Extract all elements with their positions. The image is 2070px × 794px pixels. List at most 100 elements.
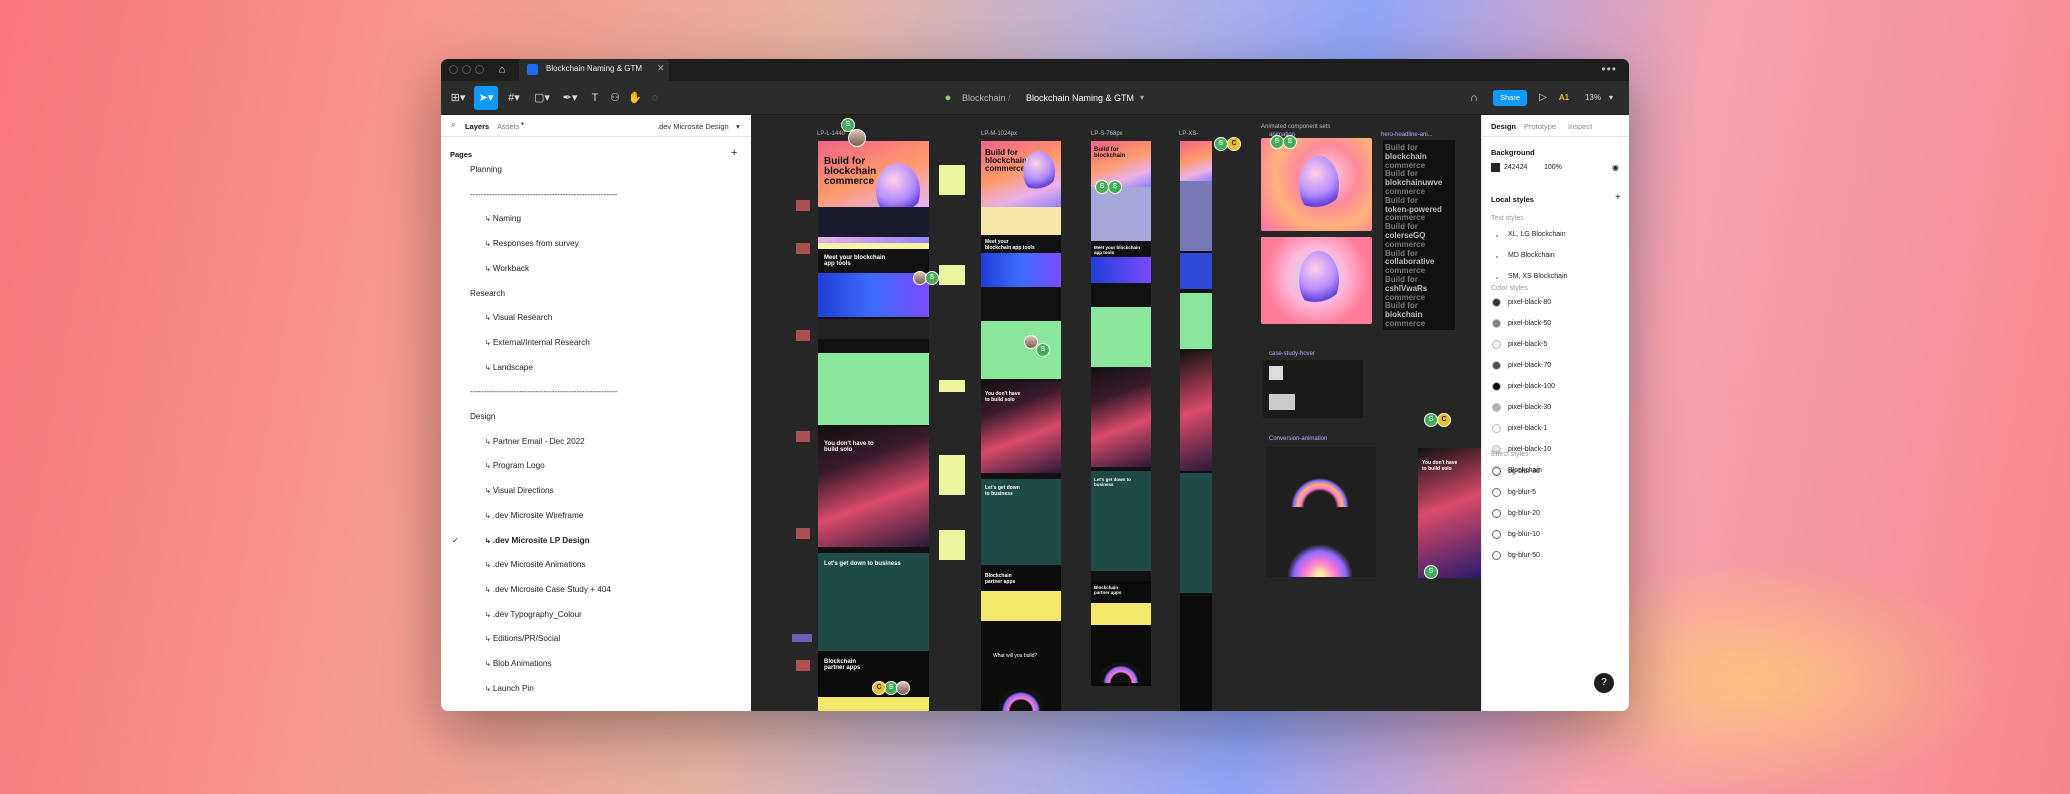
- marker-square[interactable]: [796, 330, 810, 341]
- page-item[interactable]: ↳ .dev Microsite Wireframe: [485, 511, 583, 520]
- present-icon[interactable]: ▷: [1536, 90, 1550, 106]
- window-zoom-dot[interactable]: [475, 65, 484, 74]
- page-item[interactable]: ↳ Workback: [485, 264, 529, 273]
- collaborator-photo[interactable]: [848, 129, 866, 147]
- page-item[interactable]: ↳ Blob Animations: [485, 659, 552, 668]
- animated-sets-label[interactable]: Animated component sets: [1261, 124, 1330, 130]
- page-item[interactable]: ↳ Launch Pin: [485, 684, 534, 693]
- effect-style-item[interactable]: bg-blur-30: [1508, 468, 1540, 475]
- pen-tool-icon[interactable]: ✒▾: [559, 90, 581, 106]
- color-style-item[interactable]: pixel-black-50: [1508, 320, 1551, 327]
- sticky-note[interactable]: [939, 380, 965, 392]
- page-item[interactable]: ↳ Landscape: [485, 363, 533, 372]
- visibility-eye-icon[interactable]: ◉: [1612, 163, 1619, 172]
- share-button[interactable]: Share: [1493, 90, 1527, 106]
- collaborator-avatar[interactable]: C: [1227, 137, 1241, 151]
- tab-design[interactable]: Design: [1491, 122, 1516, 131]
- collaborator-avatar[interactable]: S: [925, 271, 939, 285]
- frame-lp-xs[interactable]: [1180, 141, 1212, 711]
- page-item[interactable]: Research: [470, 289, 505, 298]
- frame-label-s[interactable]: LP-S-768px: [1091, 131, 1123, 137]
- page-item[interactable]: ↳ Responses from survey: [485, 239, 579, 248]
- page-item[interactable]: ↳ .dev Microsite Animations: [485, 560, 586, 569]
- collaborator-avatar[interactable]: S: [1108, 180, 1122, 194]
- collaborator-avatar[interactable]: S: [1036, 343, 1050, 357]
- page-item[interactable]: ----------------------------------------…: [470, 190, 617, 199]
- page-item[interactable]: ↳ Visual Directions: [485, 486, 554, 495]
- zoom-chevron-icon[interactable]: ▾: [1606, 90, 1616, 106]
- file-tab[interactable]: Blockchain Naming & GTM ✕: [519, 59, 669, 81]
- tab-close-icon[interactable]: ✕: [657, 63, 665, 74]
- case-study-hover-label[interactable]: case-study-hover: [1269, 351, 1315, 357]
- background-opacity[interactable]: 100%: [1544, 164, 1562, 171]
- hand-tool-icon[interactable]: ✋: [627, 90, 643, 106]
- hero-headline-label[interactable]: hero-headline-ani...: [1381, 132, 1433, 138]
- text-style-item[interactable]: XL, LG Blockchain: [1508, 231, 1566, 238]
- page-item[interactable]: ↳ Partner Email - Dec 2022: [485, 437, 585, 446]
- frame-label-l[interactable]: LP-L-1440: [817, 131, 845, 137]
- background-swatch[interactable]: [1491, 163, 1500, 172]
- conversion-animation-label[interactable]: Conversion-animation: [1269, 436, 1327, 442]
- color-style-item[interactable]: pixel-black-70: [1508, 362, 1551, 369]
- headphones-icon[interactable]: ∩: [1466, 90, 1482, 106]
- effect-style-item[interactable]: bg-blur-10: [1508, 531, 1540, 538]
- home-icon[interactable]: ⌂: [495, 63, 509, 77]
- window-minimize-dot[interactable]: [462, 65, 471, 74]
- collaborator-avatar[interactable]: S: [1283, 135, 1297, 149]
- page-chevron-icon[interactable]: ▾: [736, 122, 740, 131]
- color-style-item[interactable]: pixel-black-80: [1508, 299, 1551, 306]
- page-item[interactable]: Planning: [470, 165, 502, 174]
- marker-square[interactable]: [796, 528, 810, 539]
- current-page-selector[interactable]: .dev Microsite Design: [657, 122, 729, 131]
- text-style-item[interactable]: MD Blockchain: [1508, 252, 1555, 259]
- collaborator-avatar[interactable]: S: [1095, 180, 1109, 194]
- collaborator-avatar[interactable]: S: [1424, 565, 1438, 579]
- marker-square[interactable]: [796, 243, 810, 254]
- collaborator-avatar[interactable]: C: [872, 681, 886, 695]
- tab-assets[interactable]: Assets: [497, 122, 520, 131]
- frame-label-m[interactable]: LP-M-1024px: [981, 131, 1017, 137]
- help-button[interactable]: ?: [1594, 673, 1614, 693]
- add-style-icon[interactable]: +: [1615, 192, 1621, 203]
- move-tool-icon[interactable]: ➤▾: [474, 86, 498, 110]
- marker-square[interactable]: [796, 660, 810, 671]
- collaborator-avatar[interactable]: S: [1424, 413, 1438, 427]
- breadcrumb-project[interactable]: Blockchain: [962, 91, 1006, 105]
- frame-lp-s[interactable]: Build for blockchain Meet your blockchai…: [1091, 141, 1151, 686]
- resources-tool-icon[interactable]: ⚇: [607, 90, 623, 106]
- frame-lp-xs-dark[interactable]: You don't have to build solo: [1418, 448, 1481, 578]
- frame-lp-m[interactable]: Build for blockchain commerce Meet your …: [981, 141, 1061, 711]
- hero-headline-stack[interactable]: Build for blockchain commerce Build for blok…: [1383, 140, 1455, 330]
- collaborator-avatar[interactable]: S: [1270, 135, 1284, 149]
- color-style-item[interactable]: pixel-black-100: [1508, 383, 1555, 390]
- user-avatar[interactable]: A1: [1556, 90, 1572, 106]
- page-item[interactable]: Design: [470, 412, 496, 421]
- page-item[interactable]: ↳ Editions/PR/Social: [485, 634, 560, 643]
- collaborator-avatar[interactable]: C: [1437, 413, 1451, 427]
- marker-square[interactable]: [796, 431, 810, 442]
- page-item[interactable]: ↳ Program Logo: [485, 461, 545, 470]
- search-icon[interactable]: ⌕: [451, 120, 455, 130]
- color-style-item[interactable]: pixel-black-1: [1508, 425, 1547, 432]
- frame-lp-l[interactable]: Build for blockchain commerce Meet your …: [818, 141, 929, 711]
- collaborator-photo[interactable]: [896, 681, 910, 695]
- file-menu-chevron-icon[interactable]: ▾: [1137, 90, 1147, 106]
- zoom-level[interactable]: 13%: [1578, 90, 1608, 106]
- text-style-item[interactable]: SM, XS Blockchain: [1508, 273, 1568, 280]
- add-page-icon[interactable]: +: [731, 147, 737, 159]
- marker-square[interactable]: [796, 200, 810, 211]
- sticky-note[interactable]: [939, 455, 965, 495]
- page-item[interactable]: ↳ .dev Microsite LP Design: [485, 536, 590, 545]
- page-item[interactable]: ↳ .dev Typography_Colour: [485, 610, 582, 619]
- marker-square[interactable]: [792, 634, 812, 642]
- canvas[interactable]: LP-L-1440 LP-M-1024px LP-S-768px LP-XS- …: [751, 115, 1481, 711]
- shape-tool-icon[interactable]: ▢▾: [531, 90, 553, 106]
- window-close-dot[interactable]: [449, 65, 458, 74]
- background-hex[interactable]: 242424: [1504, 164, 1527, 171]
- page-item[interactable]: ↳ .dev Microsite Case Study + 404: [485, 585, 611, 594]
- effect-style-item[interactable]: bg-blur-20: [1508, 510, 1540, 517]
- collaborator-avatar[interactable]: S: [1214, 137, 1228, 151]
- page-item[interactable]: ↳ Naming: [485, 214, 521, 223]
- conversion-card[interactable]: [1266, 447, 1376, 577]
- frame-label-xs[interactable]: LP-XS-: [1179, 131, 1198, 137]
